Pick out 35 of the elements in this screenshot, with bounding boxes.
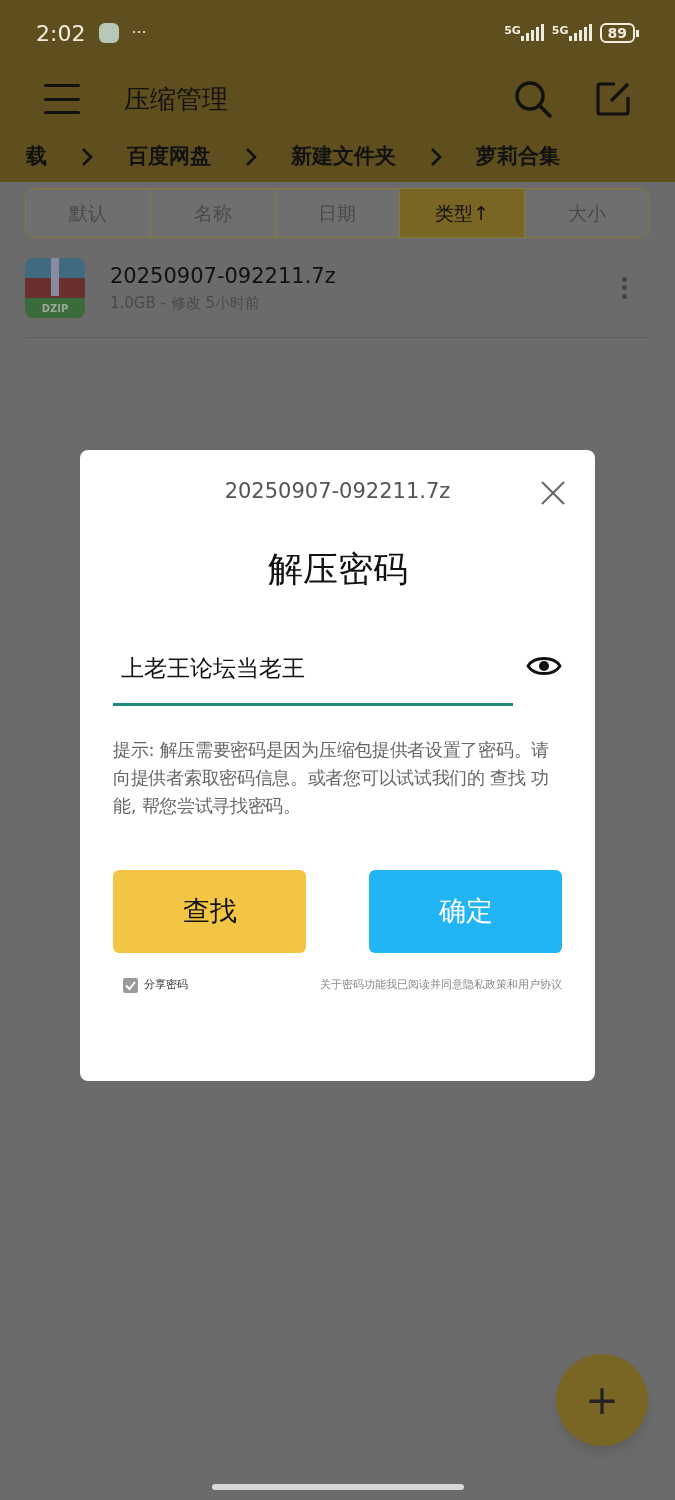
confirm-button[interactable]: 确定 [369, 870, 562, 953]
sort-tab[interactable]: 类型↑ [399, 189, 525, 237]
menu-icon[interactable] [44, 84, 80, 114]
search-icon[interactable] [513, 79, 553, 119]
share-checkbox[interactable] [123, 977, 138, 993]
add-button[interactable]: + [556, 1354, 648, 1446]
close-icon[interactable] [540, 480, 566, 506]
status-time: 2:02 [36, 19, 86, 48]
password-field[interactable]: 上老王论坛当老王 [113, 634, 513, 706]
file-name: 20250907-092211.7z [110, 262, 337, 290]
chevron-right-icon [81, 147, 93, 167]
chevron-right-icon [245, 147, 257, 167]
signal-icon [568, 25, 592, 41]
agreement-text: 关于密码功能我已阅读并同意隐私政策和用户协议 [320, 977, 562, 993]
app-title: 压缩管理 [124, 82, 229, 116]
hint-text: 提示: 解压需要密码是因为压缩包提供者设置了密码。请向提供者索取密码信息。或者您可以试试我们的 查找 功能, 帮您尝试寻找密码。 [113, 738, 550, 818]
dialog-title: 解压密码 [266, 548, 409, 591]
share-label: 分享密码 [144, 977, 188, 993]
dialog-file-name: 20250907-092211.7z [224, 478, 451, 506]
icon-label: DZIP [40, 303, 70, 314]
battery-level: 89 [599, 23, 635, 43]
edit-icon[interactable] [595, 81, 631, 117]
signal-icon [520, 25, 544, 41]
breadcrumb-item[interactable]: 萝莉合集 [476, 141, 560, 173]
more-notifications: ··· [131, 22, 147, 44]
network-type: 5G [551, 25, 569, 36]
chevron-right-icon [430, 147, 442, 167]
app-notification-icon [99, 23, 120, 43]
breadcrumb-item[interactable]: 新建文件夹 [291, 141, 396, 173]
archive-file-icon [25, 257, 85, 318]
more-options-icon[interactable] [622, 276, 628, 299]
find-button[interactable]: 查找 [113, 870, 306, 953]
network-type: 5G [504, 25, 521, 36]
breadcrumb-item[interactable]: 载 [26, 141, 47, 173]
breadcrumb-item[interactable]: 百度网盘 [127, 141, 211, 173]
